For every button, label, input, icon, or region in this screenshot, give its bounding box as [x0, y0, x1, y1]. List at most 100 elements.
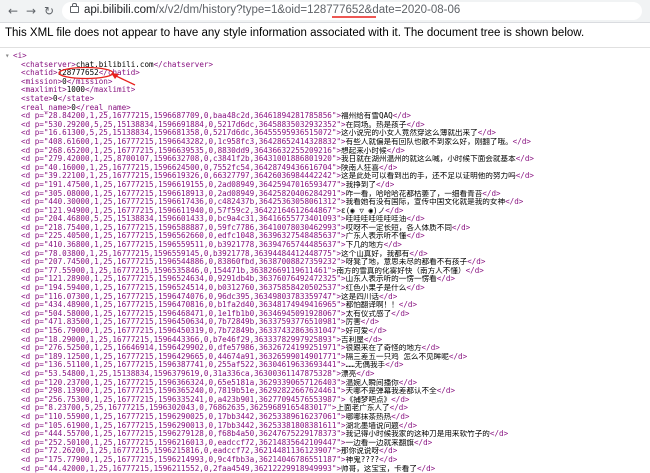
danmaku-text: 隔三差五一只鸡 怎么不见眸呢 — [346, 353, 449, 361]
danmaku-row: <d p="72.26200,1,25,16777215,1596215816,… — [5, 447, 645, 456]
xml-header-line: <maxlimit>1000</maxlimit> — [5, 86, 645, 95]
xml-open-tag: <maxlimit> — [21, 86, 67, 94]
danmaku-text: 《捕梦吧点》 — [346, 396, 392, 404]
xml-root-tag: <i> — [13, 52, 27, 60]
danmaku-open-tag: <d p="120.23700,1,25,16777215,1596366324… — [21, 379, 346, 387]
danmaku-row: <d p="204.46800,5,25,15138834,1596601433… — [5, 215, 645, 224]
danmaku-open-tag: <d p="504.58000,1,25,16777215,1596468471… — [21, 310, 346, 318]
danmaku-text: 太有仪式感了 — [346, 310, 392, 318]
danmaku-open-tag: <d p="44.42000,1,25,16777215,1596211552,… — [21, 465, 341, 473]
xml-header-line: <real_name>0</real_name> — [5, 104, 645, 113]
danmaku-text: 这个山真好，我都有 — [341, 250, 409, 258]
danmaku-close-tag: </d> — [379, 293, 397, 301]
danmaku-close-tag: </d> — [516, 172, 534, 180]
danmaku-open-tag: <d p="53.54800,1,25,15138834,1596379619,… — [21, 370, 341, 378]
danmaku-open-tag: <d p="121.94900,1,25,16777215,1596611940… — [21, 207, 341, 215]
xml-header-line: <chatserver>chat.bilibili.com</chatserve… — [5, 61, 645, 70]
back-arrow-icon[interactable]: ← — [5, 3, 21, 19]
danmaku-text: 好可爱 — [346, 327, 369, 335]
forward-arrow-icon[interactable]: → — [23, 3, 39, 19]
danmaku-open-tag: <d p="77.55900,1,25,16777215,1596535846,… — [21, 267, 336, 275]
danmaku-open-tag: <d p="279.42000,1,25,8700107,1596632708,… — [21, 155, 341, 163]
xml-header-value: 128777652 — [58, 69, 99, 77]
danmaku-open-tag: <d p="434.48900,1,25,16777215,1596470816… — [21, 301, 346, 309]
danmaku-open-tag: <d p="218.75400,1,25,16777215,1596588887… — [21, 224, 346, 232]
danmaku-row: <d p="78.03800,1,25,16777215,1596559145,… — [5, 250, 645, 259]
reload-icon[interactable]: ↻ — [41, 3, 57, 19]
danmaku-text: 呀凳了地，意思未尽的都看不有孩子 — [346, 258, 468, 266]
danmaku-open-tag: <d p="121.28900,1,25,16777215,1596524634… — [21, 275, 346, 283]
danmaku-text: 这是四川话 — [341, 293, 379, 301]
danmaku-row: <d p="18.29000,1,25,16777215,1596443366,… — [5, 336, 645, 345]
danmaku-row: <d p="279.42000,1,25,8700107,1596632708,… — [5, 155, 645, 164]
danmaku-text: 漂亮 — [341, 370, 356, 378]
danmaku-close-tag: </d> — [376, 181, 394, 189]
collapse-toggle-icon[interactable]: ▾ — [5, 52, 13, 61]
xml-header-line: <chatid>128777652</chatid> — [5, 69, 645, 78]
danmaku-row: <d p="298.13900,1,25,16777215,1596365240… — [5, 387, 645, 396]
danmaku-row: <d p="77.55900,1,25,16777215,1596535846,… — [5, 267, 645, 276]
danmaku-open-tag: <d p="189.12500,1,25,16777215,1596429665… — [21, 353, 346, 361]
danmaku-row: <d p="256.75300,1,25,16777215,1596335241… — [5, 396, 645, 405]
danmaku-text: 都怕翻译啊！！ — [346, 301, 399, 309]
danmaku-row: <d p="28.84200,1,25,16777215,1596687709,… — [5, 112, 645, 121]
danmaku-close-tag: </d> — [437, 387, 455, 395]
xml-open-tag: <chatserver> — [21, 61, 76, 69]
danmaku-row: <d p="207.74500,1,25,16777215,1596544886… — [5, 258, 645, 267]
danmaku-row: <d p="305.08000,1,25,16777215,1596618913… — [5, 190, 645, 199]
danmaku-close-tag: </d> — [417, 465, 435, 473]
danmaku-row: <d p="434.48900,1,25,16777215,1596470816… — [5, 301, 645, 310]
xml-root-line: ▾<i> — [5, 52, 645, 61]
danmaku-close-tag: </d> — [406, 121, 424, 129]
danmaku-close-tag: </d> — [452, 224, 470, 232]
danmaku-open-tag: <d p="28.84200,1,25,16777215,1596687709,… — [21, 112, 341, 120]
danmaku-text: 福州给有雪QAQ — [341, 112, 393, 120]
danmaku-text: 那你说说呀 — [341, 447, 379, 455]
danmaku-close-tag: </d> — [414, 439, 432, 447]
xml-close-tag: </chatid> — [99, 69, 140, 77]
danmaku-row: <d p="444.55700,1,25,16777215,1596279128… — [5, 430, 645, 439]
xml-header-line: <state>0</state> — [5, 95, 645, 104]
xml-close-tag: </mission> — [67, 78, 113, 86]
danmaku-close-tag: </d> — [513, 138, 531, 146]
danmaku-close-tag: </d> — [393, 112, 411, 120]
address-bar[interactable]: api.bilibili.com/x/v2/dm/history?type=1&… — [62, 2, 642, 20]
danmaku-close-tag: </d> — [399, 301, 417, 309]
xml-close-tag: </chatserver> — [154, 61, 213, 69]
danmaku-row: <d p="39.22100,1,25,16777215,1596619326,… — [5, 172, 645, 181]
danmaku-text: 很跟来在了奇怪的地方 — [346, 344, 422, 352]
danmaku-text: 温婉人瞬间播你 — [346, 379, 399, 387]
danmaku-close-tag: </d> — [406, 284, 424, 292]
danmaku-close-tag: </d> — [379, 456, 397, 464]
danmaku-open-tag: <d p="444.55700,1,25,16777215,1596279128… — [21, 430, 346, 438]
danmaku-text: 神鬼???? — [346, 456, 379, 464]
danmaku-row: <d p="194.59400,1,25,16777215,1596524514… — [5, 284, 645, 293]
danmaku-row: <d p="16.61300,5,25,15138834,1596681358,… — [5, 129, 645, 138]
danmaku-close-tag: </d> — [449, 353, 467, 361]
danmaku-row: <d p="121.94900,1,25,16777215,1596611940… — [5, 207, 645, 216]
lock-icon[interactable] — [70, 6, 79, 13]
danmaku-open-tag: <d p="530.29200,5,25,15138834,1596691884… — [21, 121, 346, 129]
danmaku-text: 天哪不是弹幕我差都认不全 — [346, 387, 437, 395]
danmaku-open-tag: <d p="39.22100,1,25,16777215,1596619326,… — [21, 172, 341, 180]
danmaku-text: 有些人就偏是有回队也散不到家么好，刚翻了哦。 — [346, 138, 513, 146]
danmaku-close-tag: </d> — [399, 379, 417, 387]
danmaku-row: <d p="530.29200,5,25,15138834,1596691884… — [5, 121, 645, 130]
danmaku-text: 湖北墨墙说问题 — [346, 422, 399, 430]
danmaku-row: <d p="53.54800,1,25,15138834,1596379619,… — [5, 370, 645, 379]
danmaku-open-tag: <d p="408.61600,1,25,16777215,1596643282… — [21, 138, 346, 146]
danmaku-row: <d p="471.83500,1,25,16777215,1596450634… — [5, 318, 645, 327]
danmaku-text: 广东人表示听不懂 — [346, 232, 407, 240]
danmaku-row: <d p="120.23700,1,25,16777215,1596366324… — [5, 379, 645, 388]
danmaku-row: <d p="105.61900,1,25,16777215,1596290013… — [5, 422, 645, 431]
danmaku-close-tag: </d> — [387, 147, 405, 155]
url-text[interactable]: api.bilibili.com/x/v2/dm/history?type=1&… — [84, 4, 460, 16]
danmaku-open-tag: <d p="72.26200,1,25,16777215,1596215816,… — [21, 447, 341, 455]
danmaku-row: <d p="175.77900,1,25,16777215,1596214993… — [5, 456, 645, 465]
danmaku-open-tag: <d p="40.16000,1,25,16777215,1596624500,… — [21, 164, 341, 172]
danmaku-text: 我看她有没有国际，宣传中国文化就是我的女神 — [346, 198, 505, 206]
danmaku-text: 吉利屋 — [341, 336, 364, 344]
danmaku-open-tag: <d p="207.74500,1,25,16777215,1596544886… — [21, 258, 346, 266]
danmaku-text: 咋一看，哈哈哈花都枯萎了，一细看青苔 — [346, 190, 483, 198]
danmaku-close-tag: </d> — [361, 318, 379, 326]
